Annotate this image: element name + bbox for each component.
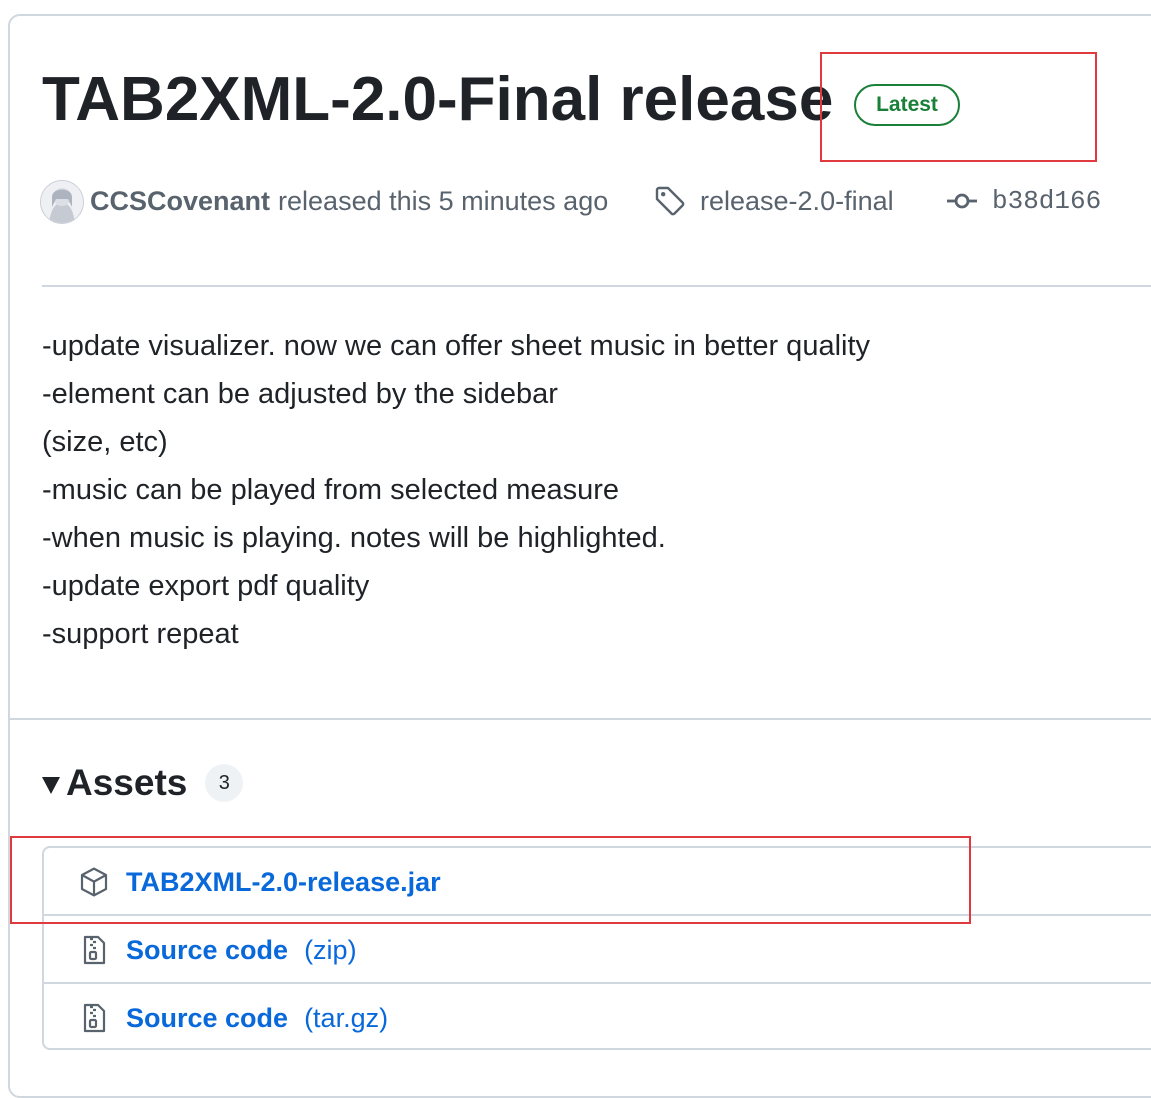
- latest-badge: Latest: [854, 84, 960, 126]
- assets-count-badge: 3: [205, 764, 244, 802]
- file-zip-icon: [78, 934, 110, 966]
- asset-link-source-zip[interactable]: Source code: [126, 935, 288, 966]
- release-note-line: -update visualizer. now we can offer she…: [42, 330, 871, 362]
- assets-list: TAB2XML-2.0-release.jar Source code (zip…: [42, 846, 1151, 1050]
- commit-sha: b38d166: [992, 186, 1102, 216]
- author-link[interactable]: CCSCovenant: [90, 186, 270, 217]
- asset-row: TAB2XML-2.0-release.jar: [44, 848, 1151, 916]
- tag-icon: [655, 186, 685, 216]
- assets-heading: Assets: [66, 762, 188, 803]
- release-title[interactable]: TAB2XML-2.0-Final release: [42, 62, 833, 138]
- package-icon: [78, 866, 110, 898]
- release-note-line: -support repeat: [42, 618, 239, 650]
- assets-toggle[interactable]: Assets 3: [42, 762, 244, 804]
- avatar-image: [41, 181, 83, 223]
- release-note-line: -element can be adjusted by the sidebar: [42, 378, 558, 410]
- asset-link-jar[interactable]: TAB2XML-2.0-release.jar: [126, 867, 441, 898]
- release-note-line: -music can be played from selected measu…: [42, 474, 620, 506]
- file-zip-icon: [78, 1002, 110, 1034]
- release-note-line: (size, etc): [42, 426, 168, 458]
- asset-row: Source code (zip): [44, 914, 1151, 984]
- release-note-line: -when music is playing. notes will be hi…: [42, 522, 666, 554]
- asset-link-source-targz[interactable]: Source code: [126, 1003, 288, 1034]
- caret-down-icon: [42, 776, 60, 794]
- assets-divider: [10, 718, 1151, 720]
- released-time-text: released this 5 minutes ago: [278, 185, 609, 216]
- git-commit-icon: [947, 193, 977, 209]
- release-note-line: -update export pdf quality: [42, 570, 370, 602]
- header-divider: [42, 285, 1151, 287]
- asset-row: Source code (tar.gz): [44, 982, 1151, 1052]
- tag-name: release-2.0-final: [700, 185, 894, 216]
- asset-ext-zip[interactable]: (zip): [304, 935, 357, 966]
- tag-link[interactable]: release-2.0-final: [654, 178, 894, 224]
- release-notes: -update visualizer. now we can offer she…: [42, 322, 870, 658]
- asset-ext-targz[interactable]: (tar.gz): [304, 1003, 388, 1034]
- release-byline: CCSCovenant released this 5 minutes ago: [90, 178, 608, 224]
- avatar[interactable]: [40, 180, 84, 224]
- commit-link[interactable]: b38d166: [946, 178, 1101, 224]
